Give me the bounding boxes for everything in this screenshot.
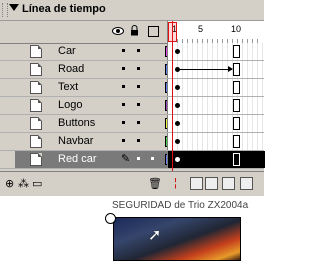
layer-row-car[interactable]: Car bbox=[0, 43, 265, 61]
lock-icon[interactable] bbox=[130, 25, 139, 36]
layer-icon bbox=[30, 135, 42, 148]
layer-name-cell[interactable]: Red car ✎ bbox=[15, 151, 176, 168]
layer-label: Car bbox=[58, 45, 76, 57]
pencil-icon: ✎ bbox=[121, 153, 131, 165]
lock-dot[interactable] bbox=[151, 157, 154, 160]
end-frame[interactable] bbox=[233, 45, 240, 58]
visibility-dot[interactable] bbox=[122, 139, 125, 142]
layer-icon bbox=[30, 63, 42, 76]
layer-name-cell[interactable]: Logo bbox=[15, 97, 176, 114]
onion-skin-icon[interactable] bbox=[190, 177, 203, 190]
layer-icon bbox=[30, 99, 42, 112]
center-frame-icon[interactable]: ¦ bbox=[174, 177, 177, 189]
layer-row-navbar[interactable]: Navbar bbox=[0, 133, 265, 151]
visibility-dot[interactable] bbox=[137, 157, 140, 160]
end-frame[interactable] bbox=[233, 153, 240, 166]
add-layer-icon[interactable]: ⊕ bbox=[5, 177, 14, 190]
motion-tween-arrow bbox=[180, 66, 233, 72]
keyframe[interactable] bbox=[175, 103, 180, 108]
visibility-dot[interactable] bbox=[122, 103, 125, 106]
frame-track[interactable] bbox=[167, 133, 265, 150]
layer-name-cell[interactable]: Text bbox=[15, 79, 176, 96]
frame-track[interactable] bbox=[167, 79, 265, 96]
end-frame[interactable] bbox=[233, 135, 240, 148]
lock-dot[interactable] bbox=[137, 49, 140, 52]
layer-icon bbox=[30, 81, 42, 94]
layer-icon bbox=[30, 45, 42, 58]
edit-multiple-frames-icon[interactable] bbox=[222, 177, 235, 190]
keyframe[interactable] bbox=[175, 49, 180, 54]
frame-track[interactable] bbox=[167, 151, 265, 168]
layer-label: Text bbox=[58, 81, 79, 93]
panel-title-bar[interactable]: Línea de tiempo bbox=[0, 0, 264, 21]
playhead[interactable] bbox=[172, 21, 173, 171]
lock-dot[interactable] bbox=[137, 103, 140, 106]
frame-track[interactable] bbox=[167, 97, 265, 114]
lock-dot[interactable] bbox=[137, 139, 140, 142]
ruler-label: 10 bbox=[231, 24, 242, 34]
frame-track[interactable] bbox=[167, 61, 265, 78]
outline-icon[interactable] bbox=[148, 26, 159, 37]
visibility-dot[interactable] bbox=[122, 67, 125, 70]
layer-row-text[interactable]: Text bbox=[0, 79, 265, 97]
layer-row-road[interactable]: Road bbox=[0, 61, 265, 79]
layer-name-cell[interactable]: Navbar bbox=[15, 133, 176, 150]
layer-name-cell[interactable]: Car bbox=[15, 43, 176, 60]
lock-dot[interactable] bbox=[137, 85, 140, 88]
frame-track[interactable] bbox=[167, 43, 265, 60]
end-frame[interactable] bbox=[233, 99, 240, 112]
car-image[interactable] bbox=[113, 217, 241, 261]
collapse-arrow-icon[interactable] bbox=[9, 4, 19, 11]
stage-area: SEGURIDAD de Trio ZX2004a ➚ bbox=[0, 196, 264, 263]
onion-skin-outlines-icon[interactable] bbox=[205, 177, 218, 190]
visibility-dot[interactable] bbox=[122, 85, 125, 88]
layer-name-cell[interactable]: Buttons bbox=[15, 115, 176, 132]
registration-point-icon bbox=[105, 213, 116, 224]
end-frame[interactable] bbox=[233, 63, 240, 76]
frame-track[interactable] bbox=[167, 115, 265, 132]
layer-row-red-car[interactable]: Red car ✎ bbox=[0, 151, 265, 169]
visibility-dot[interactable] bbox=[122, 49, 125, 52]
add-motion-guide-icon[interactable]: ⁂ bbox=[18, 177, 29, 190]
layer-label: Road bbox=[58, 63, 85, 75]
modify-onion-markers-icon[interactable] bbox=[240, 177, 253, 190]
delete-layer-icon[interactable]: 🗑 bbox=[148, 177, 162, 190]
layer-row-logo[interactable]: Logo bbox=[0, 97, 265, 115]
end-frame[interactable] bbox=[233, 117, 240, 130]
layer-row-buttons[interactable]: Buttons bbox=[0, 115, 265, 133]
lock-dot[interactable] bbox=[137, 67, 140, 70]
keyframe[interactable] bbox=[175, 139, 180, 144]
timeline-panel: Línea de tiempo 1 5 10 Car Road Text Log… bbox=[0, 0, 265, 196]
layer-icon bbox=[30, 117, 42, 130]
lock-dot[interactable] bbox=[137, 121, 140, 124]
layer-label: Navbar bbox=[58, 135, 94, 147]
layer-name-cell[interactable]: Road bbox=[15, 61, 176, 78]
move-cursor-icon: ➚ bbox=[148, 227, 162, 244]
layer-label: Buttons bbox=[58, 117, 96, 129]
layer-icon bbox=[30, 153, 42, 166]
document-caption: SEGURIDAD de Trio ZX2004a bbox=[112, 200, 249, 211]
grip-icon[interactable] bbox=[2, 3, 8, 17]
timeline-bottom-bar: ⊕ ⁂ ▭ 🗑 ¦ bbox=[0, 171, 264, 196]
frame-ruler[interactable]: 1 5 10 bbox=[167, 21, 265, 43]
keyframe[interactable] bbox=[175, 157, 180, 162]
keyframe[interactable] bbox=[175, 121, 180, 126]
keyframe[interactable] bbox=[175, 85, 180, 90]
layer-label: Logo bbox=[58, 99, 83, 111]
add-folder-icon[interactable]: ▭ bbox=[32, 177, 42, 190]
end-frame[interactable] bbox=[233, 81, 240, 94]
eye-icon[interactable] bbox=[112, 27, 124, 35]
ruler-label: 5 bbox=[198, 24, 204, 34]
playhead-handle[interactable] bbox=[168, 22, 177, 42]
visibility-dot[interactable] bbox=[122, 121, 125, 124]
panel-title: Línea de tiempo bbox=[22, 3, 106, 15]
layer-label: Red car bbox=[58, 153, 97, 165]
